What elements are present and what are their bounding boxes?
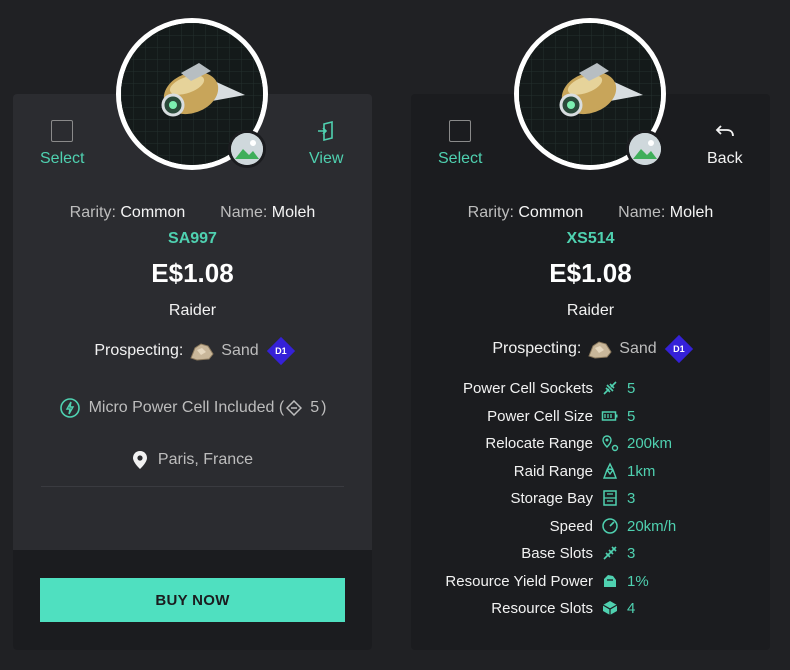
name-value: Moleh — [669, 204, 714, 221]
tier-badge: D1 — [266, 336, 295, 366]
stat-label: Relocate Range — [485, 434, 593, 452]
rarity-label: Rarity: — [467, 204, 514, 221]
stat-label: Power Cell Size — [487, 407, 593, 425]
stat-row: Raid Range 1km — [411, 461, 770, 481]
listing-card-sa997: Select View Rarity: Common Name: Moleh S… — [13, 94, 372, 650]
location-text: Paris, France — [157, 451, 254, 468]
view-icon[interactable] — [315, 120, 337, 142]
item-price: E$1.08 — [549, 258, 632, 288]
stat-value: 20km/h — [627, 517, 677, 535]
stat-value: 200km — [627, 434, 673, 452]
select-toggle[interactable]: Select — [438, 120, 482, 168]
view-label[interactable]: View — [309, 150, 343, 168]
back-button[interactable]: Back — [707, 120, 743, 168]
name-value: Moleh — [271, 204, 316, 221]
raid-icon — [602, 462, 618, 479]
item-code: XS514 — [566, 230, 615, 247]
stat-value: 5 — [627, 379, 636, 397]
stat-row: Power Cell Size 5 — [411, 406, 770, 426]
select-toggle[interactable]: Select — [40, 120, 84, 168]
listing-card-xs514: Select Back Rarity: Common Name: Moleh X… — [411, 94, 770, 650]
yield-icon — [604, 575, 616, 587]
stat-value: 3 — [627, 489, 636, 507]
stat-row: Base Slots 3 — [411, 543, 770, 563]
location-row: Paris, France — [13, 450, 372, 470]
stat-label: Resource Slots — [491, 599, 593, 617]
image-placeholder-icon — [231, 133, 263, 165]
power-cell-count: 5 — [310, 399, 320, 416]
broken-image-badge — [626, 130, 664, 168]
power-cell-info: Micro Power Cell Included ( 5 ) — [13, 397, 372, 419]
stat-label: Raid Range — [513, 462, 593, 480]
select-label[interactable]: Select — [438, 150, 482, 168]
sand-rock-icon — [588, 341, 612, 359]
tier-label: D1 — [274, 345, 287, 356]
lightning-icon — [59, 398, 80, 418]
tier-label: D1 — [672, 343, 685, 354]
stat-row: Power Cell Sockets 5 — [411, 378, 770, 398]
select-checkbox[interactable] — [51, 120, 74, 142]
item-price: E$1.08 — [151, 258, 234, 288]
diamond-token-icon — [286, 400, 303, 416]
relocate-icon — [602, 435, 619, 452]
stat-label: Storage Bay — [510, 489, 593, 507]
stat-row: Resource Yield Power 1% — [411, 571, 770, 591]
stat-value: 1% — [627, 572, 649, 590]
location-pin-icon — [132, 451, 147, 469]
prospecting-row: Prospecting: Sand D1 — [411, 334, 770, 364]
rarity-value: Common — [518, 204, 584, 221]
storage-icon — [603, 490, 617, 506]
stat-value: 4 — [627, 599, 636, 617]
broken-image-badge — [228, 130, 266, 168]
prospecting-label: Prospecting: — [94, 342, 184, 359]
stat-label: Resource Yield Power — [445, 572, 593, 590]
stat-row: Resource Slots 4 — [411, 598, 770, 618]
item-role: Raider — [168, 302, 217, 319]
meta-row: Rarity: Common Name: Moleh — [411, 204, 770, 222]
stat-row: Storage Bay 3 — [411, 488, 770, 508]
stat-row: Speed 20km/h — [411, 516, 770, 536]
prospecting-row: Prospecting: Sand D1 — [13, 336, 372, 366]
item-role: Raider — [566, 302, 615, 319]
stat-label: Speed — [549, 517, 593, 535]
back-label[interactable]: Back — [707, 150, 743, 168]
tier-badge: D1 — [664, 334, 693, 364]
item-code: SA997 — [168, 230, 217, 247]
stat-value: 1km — [627, 462, 656, 480]
meta-row: Rarity: Common Name: Moleh — [13, 204, 372, 222]
stat-label: Base Slots — [521, 544, 593, 562]
image-placeholder-icon — [629, 133, 661, 165]
stat-value: 3 — [627, 544, 636, 562]
speed-icon — [602, 518, 618, 534]
stat-row: Relocate Range 200km — [411, 433, 770, 453]
rarity-value: Common — [120, 204, 186, 221]
prospecting-label: Prospecting: — [492, 340, 582, 357]
prospecting-value: Sand — [619, 340, 657, 357]
divider — [41, 486, 344, 487]
select-checkbox[interactable] — [449, 120, 472, 142]
prospecting-value: Sand — [221, 342, 259, 359]
stat-label: Power Cell Sockets — [462, 379, 593, 397]
select-label[interactable]: Select — [40, 150, 84, 168]
name-label: Name: — [220, 204, 268, 221]
power-cell-close: ) — [321, 399, 327, 416]
buy-now-button[interactable]: BUY NOW — [40, 578, 345, 622]
socket-icon — [603, 381, 617, 395]
resource-slots-icon — [602, 601, 618, 615]
view-button[interactable]: View — [309, 120, 343, 168]
undo-arrow-icon[interactable] — [714, 120, 736, 142]
sand-rock-icon — [190, 343, 214, 361]
base-slots-icon — [603, 546, 617, 560]
stat-value: 5 — [627, 407, 636, 425]
rarity-label: Rarity: — [69, 204, 116, 221]
battery-icon — [601, 411, 618, 421]
power-cell-text: Micro Power Cell Included ( — [88, 399, 285, 416]
name-label: Name: — [618, 204, 666, 221]
